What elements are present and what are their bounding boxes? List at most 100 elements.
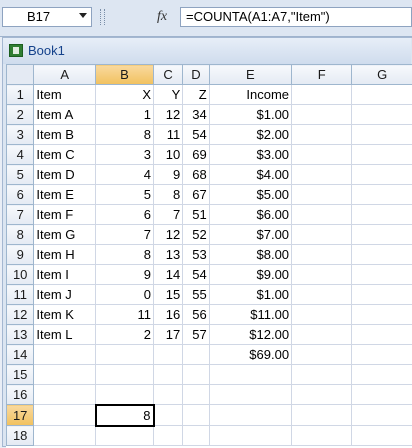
cell-b1[interactable]: X: [96, 85, 154, 105]
cell-a14[interactable]: [34, 345, 96, 365]
cell-e4[interactable]: $3.00: [209, 145, 291, 165]
cell-b10[interactable]: 9: [96, 265, 154, 285]
row-header-10[interactable]: 10: [7, 265, 34, 285]
cell-e7[interactable]: $6.00: [209, 205, 291, 225]
cell-d17[interactable]: [183, 405, 209, 426]
cell-g7[interactable]: [352, 205, 412, 225]
cell-d4[interactable]: 69: [183, 145, 209, 165]
row-header-15[interactable]: 15: [7, 365, 34, 385]
cell-b3[interactable]: 8: [96, 125, 154, 145]
row-header-8[interactable]: 8: [7, 225, 34, 245]
cell-e5[interactable]: $4.00: [209, 165, 291, 185]
cell-a12[interactable]: Item K: [34, 305, 96, 325]
cell-g5[interactable]: [352, 165, 412, 185]
row-header-17[interactable]: 17: [7, 405, 34, 426]
cell-c1[interactable]: Y: [154, 85, 183, 105]
cell-f7[interactable]: [292, 205, 352, 225]
row-header-3[interactable]: 3: [7, 125, 34, 145]
column-header-f[interactable]: F: [292, 65, 352, 85]
cell-a4[interactable]: Item C: [34, 145, 96, 165]
cell-g2[interactable]: [352, 105, 412, 125]
cell-f13[interactable]: [292, 325, 352, 345]
cell-g8[interactable]: [352, 225, 412, 245]
cell-b6[interactable]: 5: [96, 185, 154, 205]
cell-d13[interactable]: 57: [183, 325, 209, 345]
row-header-1[interactable]: 1: [7, 85, 34, 105]
cell-c18[interactable]: [154, 426, 183, 446]
cell-a13[interactable]: Item L: [34, 325, 96, 345]
formula-bar-splitter[interactable]: [100, 9, 105, 25]
cell-f6[interactable]: [292, 185, 352, 205]
cell-c11[interactable]: 15: [154, 285, 183, 305]
cell-f18[interactable]: [292, 426, 352, 446]
cell-d12[interactable]: 56: [183, 305, 209, 325]
cell-c12[interactable]: 16: [154, 305, 183, 325]
cell-g9[interactable]: [352, 245, 412, 265]
cell-e2[interactable]: $1.00: [209, 105, 291, 125]
cell-f16[interactable]: [292, 385, 352, 405]
cell-c15[interactable]: [154, 365, 183, 385]
cell-g16[interactable]: [352, 385, 412, 405]
cell-g14[interactable]: [352, 345, 412, 365]
cell-a2[interactable]: Item A: [34, 105, 96, 125]
cell-e16[interactable]: [209, 385, 291, 405]
cell-b7[interactable]: 6: [96, 205, 154, 225]
column-header-e[interactable]: E: [209, 65, 291, 85]
cell-f9[interactable]: [292, 245, 352, 265]
cell-c16[interactable]: [154, 385, 183, 405]
cell-b14[interactable]: [96, 345, 154, 365]
cell-d3[interactable]: 54: [183, 125, 209, 145]
cell-g11[interactable]: [352, 285, 412, 305]
cell-d14[interactable]: [183, 345, 209, 365]
cell-g13[interactable]: [352, 325, 412, 345]
cell-f10[interactable]: [292, 265, 352, 285]
cell-a7[interactable]: Item F: [34, 205, 96, 225]
cell-b4[interactable]: 3: [96, 145, 154, 165]
cell-e1[interactable]: Income: [209, 85, 291, 105]
cell-g4[interactable]: [352, 145, 412, 165]
row-header-2[interactable]: 2: [7, 105, 34, 125]
cell-a11[interactable]: Item J: [34, 285, 96, 305]
cell-a17[interactable]: [34, 405, 96, 426]
cell-d15[interactable]: [183, 365, 209, 385]
cell-f5[interactable]: [292, 165, 352, 185]
cell-c5[interactable]: 9: [154, 165, 183, 185]
cell-g10[interactable]: [352, 265, 412, 285]
cell-b13[interactable]: 2: [96, 325, 154, 345]
cell-c14[interactable]: [154, 345, 183, 365]
cell-c4[interactable]: 10: [154, 145, 183, 165]
cell-c17[interactable]: [154, 405, 183, 426]
cell-e13[interactable]: $12.00: [209, 325, 291, 345]
row-header-14[interactable]: 14: [7, 345, 34, 365]
select-all-corner[interactable]: [7, 65, 34, 85]
cell-a9[interactable]: Item H: [34, 245, 96, 265]
cell-b16[interactable]: [96, 385, 154, 405]
cell-a15[interactable]: [34, 365, 96, 385]
cell-e8[interactable]: $7.00: [209, 225, 291, 245]
row-header-4[interactable]: 4: [7, 145, 34, 165]
row-header-5[interactable]: 5: [7, 165, 34, 185]
cell-g15[interactable]: [352, 365, 412, 385]
cell-f17[interactable]: [292, 405, 352, 426]
cell-b15[interactable]: [96, 365, 154, 385]
row-header-11[interactable]: 11: [7, 285, 34, 305]
cell-c9[interactable]: 13: [154, 245, 183, 265]
workbook-title-bar[interactable]: Book1: [3, 38, 411, 64]
cell-c8[interactable]: 12: [154, 225, 183, 245]
cell-a16[interactable]: [34, 385, 96, 405]
cell-a3[interactable]: Item B: [34, 125, 96, 145]
cell-f2[interactable]: [292, 105, 352, 125]
cell-b11[interactable]: 0: [96, 285, 154, 305]
cell-f15[interactable]: [292, 365, 352, 385]
cell-e6[interactable]: $5.00: [209, 185, 291, 205]
cell-f8[interactable]: [292, 225, 352, 245]
cell-e17[interactable]: [209, 405, 291, 426]
row-header-9[interactable]: 9: [7, 245, 34, 265]
cell-d8[interactable]: 52: [183, 225, 209, 245]
row-header-7[interactable]: 7: [7, 205, 34, 225]
cell-d1[interactable]: Z: [183, 85, 209, 105]
cell-e10[interactable]: $9.00: [209, 265, 291, 285]
cell-g17[interactable]: [352, 405, 412, 426]
cell-f4[interactable]: [292, 145, 352, 165]
cell-d2[interactable]: 34: [183, 105, 209, 125]
